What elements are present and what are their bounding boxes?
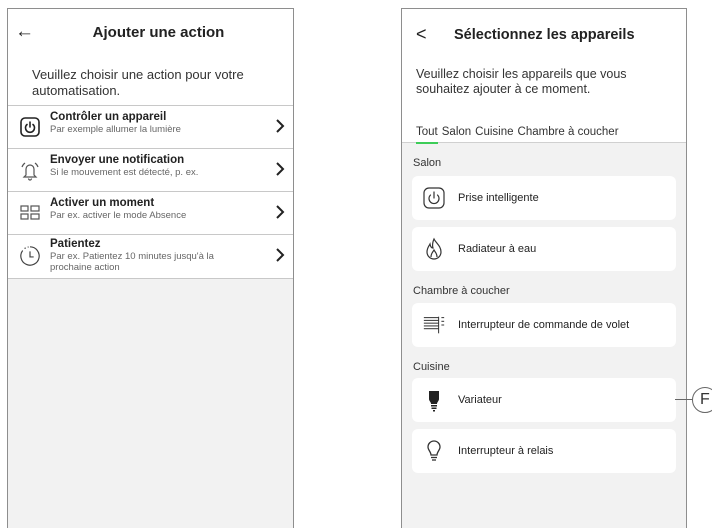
chevron-right-icon	[275, 247, 285, 268]
action-activate-moment[interactable]: Activer un moment Par ex. activer le mod…	[8, 192, 293, 235]
device-label: Interrupteur de commande de volet	[458, 319, 630, 331]
device-card-interrupteur-volet[interactable]: Interrupteur de commande de volet	[412, 303, 676, 347]
action-list: Contrôler un appareil Par exemple allume…	[8, 105, 293, 279]
action-subtitle: Si le mouvement est détecté, p. ex.	[50, 167, 199, 178]
tab-chambre-a-coucher[interactable]: Chambre à coucher	[518, 126, 619, 142]
header: < Sélectionnez les appareils Veuillez ch…	[402, 9, 686, 144]
room-tabs: Tout Salon Cuisine Chambre à coucher	[416, 126, 619, 144]
bulb-filled-icon	[422, 388, 446, 412]
page-description: Veuillez choisir les appareils que vous …	[416, 67, 627, 96]
select-devices-screen: < Sélectionnez les appareils Veuillez ch…	[401, 8, 687, 528]
device-label: Variateur	[458, 394, 502, 406]
device-label: Prise intelligente	[458, 192, 539, 204]
add-action-screen: ← Ajouter une action Veuillez choisir un…	[7, 8, 294, 528]
callout-leader-line	[675, 399, 692, 400]
chevron-right-icon	[275, 204, 285, 225]
bulb-outline-icon	[422, 439, 446, 463]
device-card-radiateur-a-eau[interactable]: Radiateur à eau	[412, 227, 676, 271]
action-title: Activer un moment	[50, 197, 155, 209]
group-label-salon: Salon	[413, 157, 442, 169]
tab-cuisine[interactable]: Cuisine	[475, 126, 513, 142]
action-title: Patientez	[50, 238, 101, 250]
group-label-chambre-a-coucher: Chambre à coucher	[413, 285, 510, 297]
timer-icon	[19, 245, 41, 267]
device-card-interrupteur-a-relais[interactable]: Interrupteur à relais	[412, 429, 676, 473]
action-wait[interactable]: Patientez Par ex. Patientez 10 minutes j…	[8, 235, 293, 279]
device-card-prise-intelligente[interactable]: Prise intelligente	[412, 176, 676, 220]
power-icon	[19, 116, 41, 138]
device-label: Radiateur à eau	[458, 243, 537, 255]
chevron-right-icon	[275, 118, 285, 139]
action-title: Envoyer une notification	[50, 154, 185, 166]
action-control-device[interactable]: Contrôler un appareil Par exemple allume…	[8, 106, 293, 149]
back-chevron-icon[interactable]: <	[416, 25, 427, 43]
action-subtitle: Par ex. activer le mode Absence	[50, 210, 187, 221]
flame-icon	[422, 237, 446, 261]
page-title: Sélectionnez les appareils	[454, 27, 635, 43]
page-description: Veuillez choisir une action pour votre a…	[32, 67, 244, 98]
tab-tout[interactable]: Tout	[416, 126, 438, 144]
device-card-variateur[interactable]: Variateur	[412, 378, 676, 422]
moment-grid-icon	[19, 202, 41, 224]
callout-marker: F	[692, 387, 712, 413]
bell-ringing-icon	[19, 159, 41, 181]
chevron-right-icon	[275, 161, 285, 182]
shutter-switch-icon	[422, 313, 446, 337]
tab-salon[interactable]: Salon	[442, 126, 471, 142]
group-label-cuisine: Cuisine	[413, 361, 450, 373]
action-subtitle: Par exemple allumer la lumière	[50, 124, 181, 135]
power-icon	[422, 186, 446, 210]
device-label: Interrupteur à relais	[458, 445, 554, 457]
action-subtitle: Par ex. Patientez 10 minutes jusqu'à la …	[50, 251, 214, 273]
page-title: Ajouter une action	[92, 24, 225, 41]
action-send-notification[interactable]: Envoyer une notification Si le mouvement…	[8, 149, 293, 192]
header: ← Ajouter une action Veuillez choisir un…	[8, 9, 293, 105]
action-title: Contrôler un appareil	[50, 111, 167, 123]
